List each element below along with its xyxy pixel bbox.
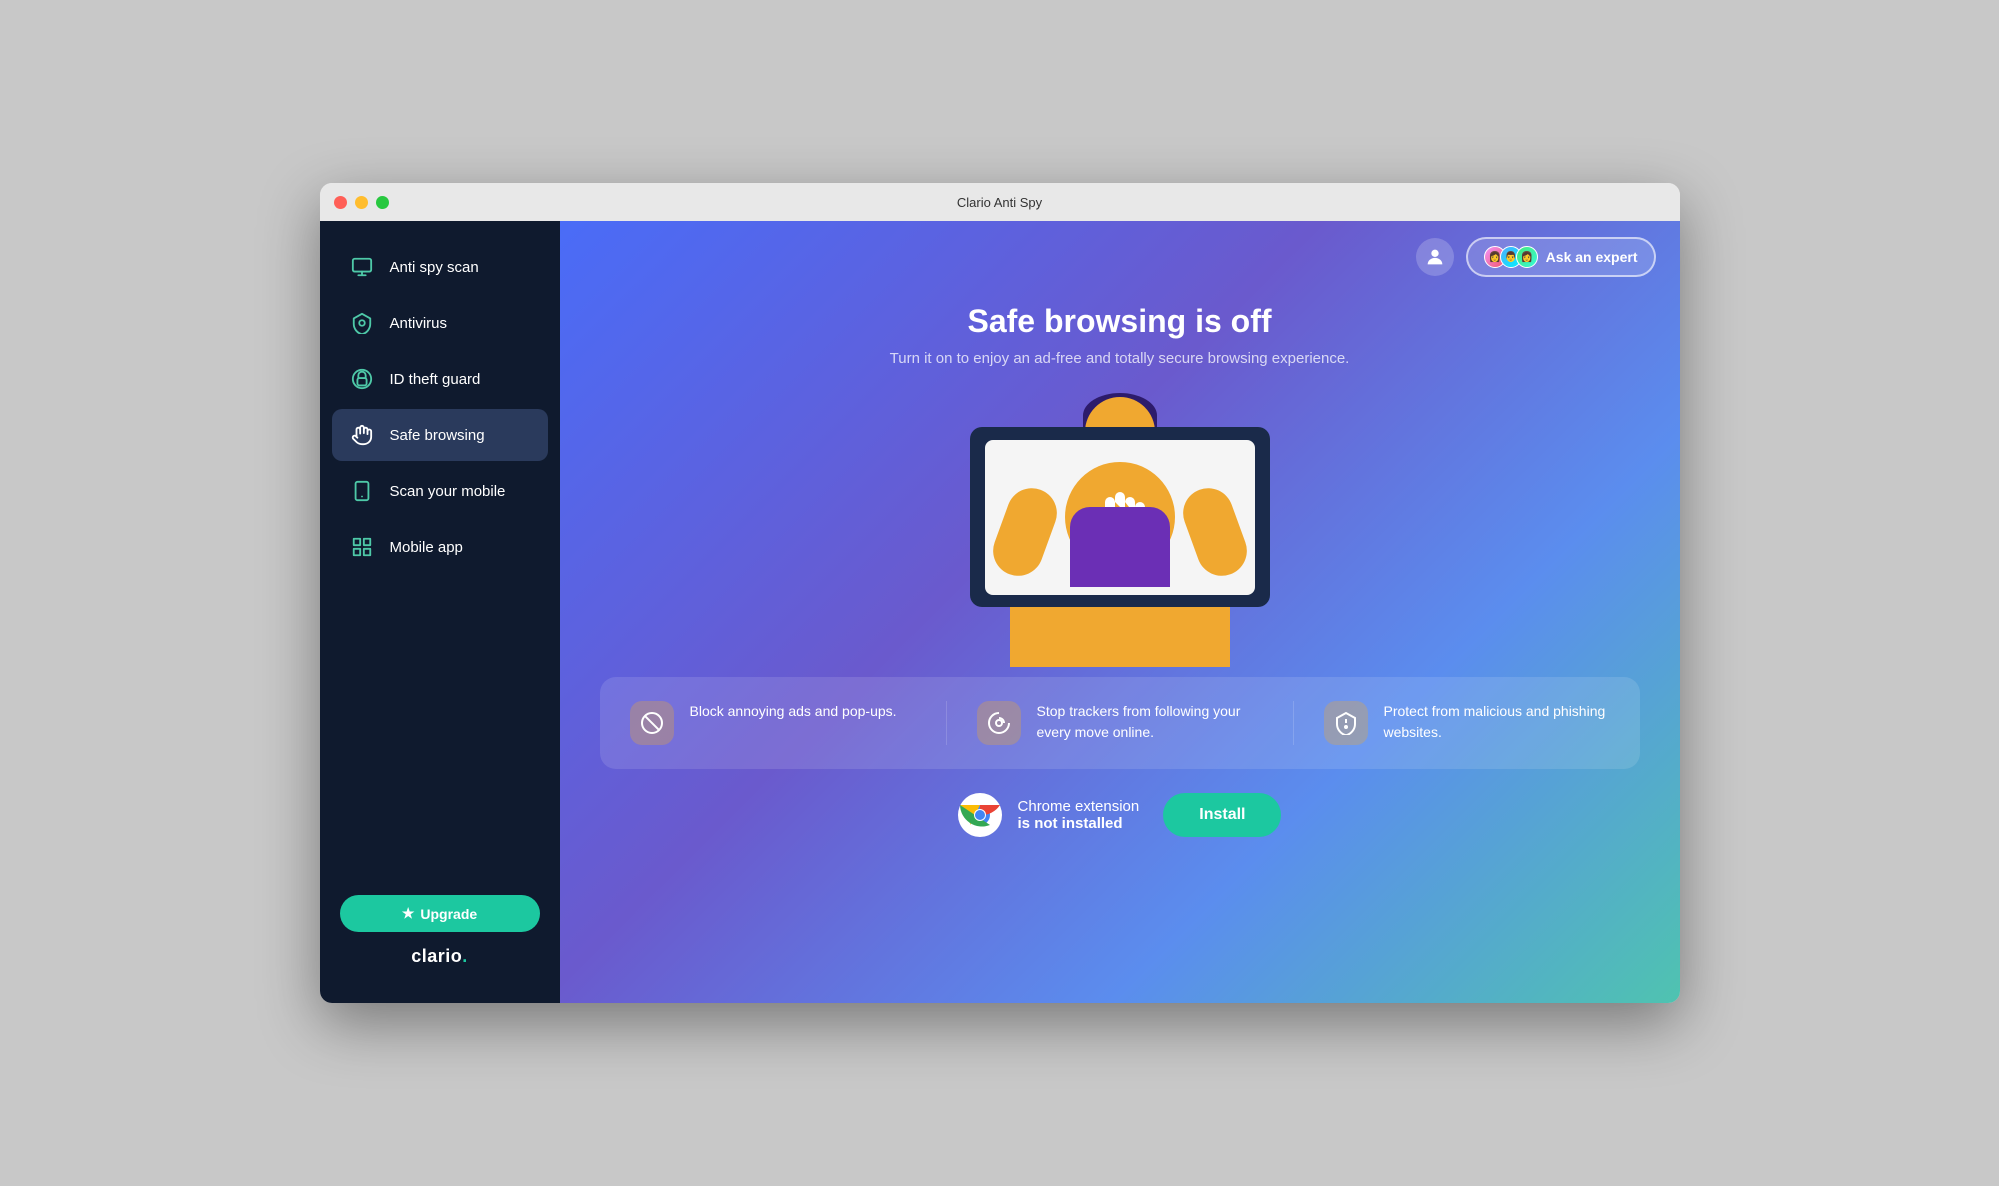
features-strip: Block annoying ads and pop-ups. Stop tra… [600, 677, 1640, 769]
traffic-lights [334, 196, 389, 209]
feature-text-ads: Block annoying ads and pop-ups. [690, 701, 897, 722]
sidebar-item-antivirus[interactable]: Antivirus [332, 297, 548, 349]
person-shirt [1070, 507, 1170, 587]
star-icon: ★ [402, 905, 415, 922]
feature-item-trackers: Stop trackers from following your every … [947, 701, 1294, 745]
titlebar: Clario Anti Spy [320, 183, 1680, 221]
nav-label: Antivirus [390, 315, 448, 332]
nav-items: Anti spy scan Antivirus [320, 241, 560, 879]
phishing-icon [1324, 701, 1368, 745]
chrome-icon [958, 793, 1002, 837]
install-button[interactable]: Install [1163, 793, 1281, 837]
nav-label: Anti spy scan [390, 259, 479, 276]
clario-logo: clario. [411, 946, 468, 967]
upgrade-button[interactable]: ★ Upgrade [340, 895, 540, 932]
ask-expert-button[interactable]: 👩 👨 👩 Ask an expert [1466, 237, 1656, 277]
sidebar-item-anti-spy-scan[interactable]: Anti spy scan [332, 241, 548, 293]
feature-text-trackers: Stop trackers from following your every … [1037, 701, 1263, 743]
chrome-text: Chrome extension is not installed [1018, 798, 1140, 832]
tracker-icon [977, 701, 1021, 745]
feature-item-ads: Block annoying ads and pop-ups. [600, 701, 947, 745]
nav-label: Mobile app [390, 539, 463, 556]
feature-text-phishing: Protect from malicious and phishing webs… [1384, 701, 1610, 743]
ad-block-icon [630, 701, 674, 745]
feature-item-phishing: Protect from malicious and phishing webs… [1294, 701, 1640, 745]
app-window: Clario Anti Spy Anti spy scan [320, 183, 1680, 1003]
mobile-icon [348, 477, 376, 505]
hand-icon [348, 421, 376, 449]
lock-circle-icon [348, 365, 376, 393]
nav-label: Scan your mobile [390, 483, 506, 500]
illustration-area [560, 387, 1680, 667]
hero-title: Safe browsing is off [560, 303, 1680, 340]
nav-label: Safe browsing [390, 427, 485, 444]
sidebar-item-safe-browsing[interactable]: Safe browsing [332, 409, 548, 461]
monitor-icon [348, 253, 376, 281]
chrome-extension-bar: Chrome extension is not installed Instal… [560, 769, 1680, 867]
close-button[interactable] [334, 196, 347, 209]
main-content: 👩 👨 👩 Ask an expert Safe browsing is off… [560, 221, 1680, 1003]
app-body: Anti spy scan Antivirus [320, 221, 1680, 1003]
shield-icon [348, 309, 376, 337]
nav-label: ID theft guard [390, 371, 481, 388]
minimize-button[interactable] [355, 196, 368, 209]
sidebar-bottom: ★ Upgrade clario. [320, 879, 560, 983]
sidebar-item-id-theft-guard[interactable]: ID theft guard [332, 353, 548, 405]
window-title: Clario Anti Spy [957, 195, 1042, 210]
expert-avatars: 👩 👨 👩 [1484, 246, 1538, 268]
hero-subtitle: Turn it on to enjoy an ad-free and total… [560, 350, 1680, 367]
expert-avatar-3: 👩 [1516, 246, 1538, 268]
hero-section: Safe browsing is off Turn it on to enjoy… [560, 293, 1680, 387]
illustration [930, 387, 1310, 667]
main-header: 👩 👨 👩 Ask an expert [560, 221, 1680, 293]
user-avatar-button[interactable] [1416, 238, 1454, 276]
chrome-info: Chrome extension is not installed [958, 793, 1140, 837]
maximize-button[interactable] [376, 196, 389, 209]
sidebar: Anti spy scan Antivirus [320, 221, 560, 1003]
sidebar-item-scan-mobile[interactable]: Scan your mobile [332, 465, 548, 517]
grid-icon [348, 533, 376, 561]
sidebar-item-mobile-app[interactable]: Mobile app [332, 521, 548, 573]
